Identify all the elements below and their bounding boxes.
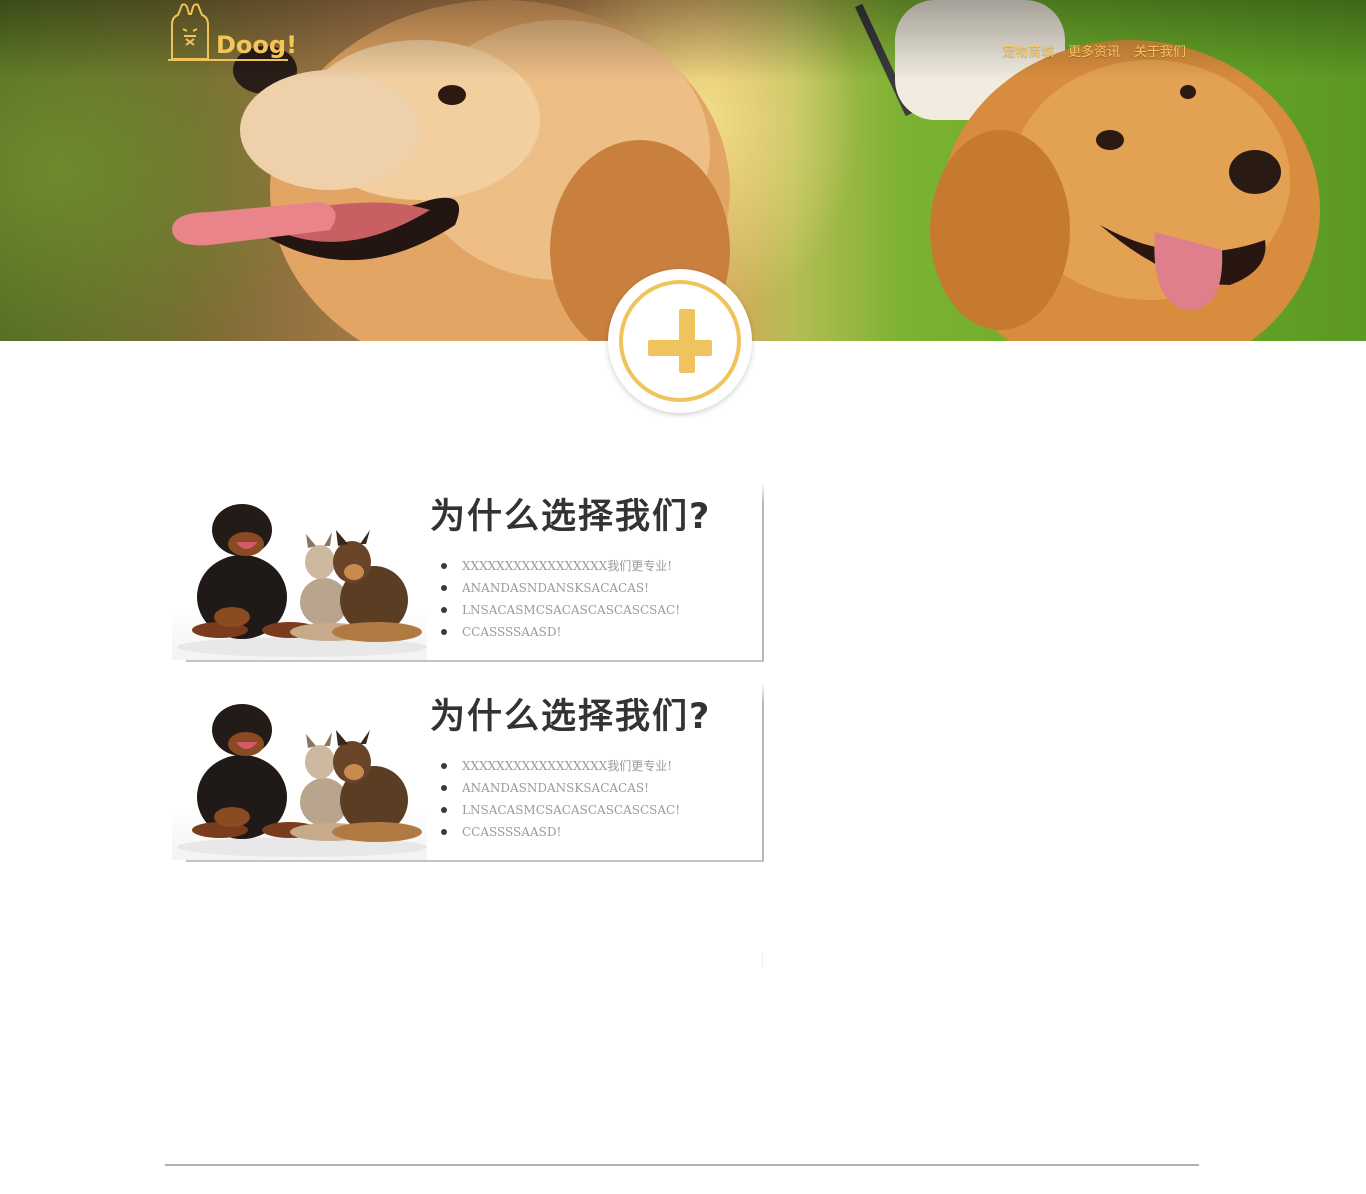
divider [762, 952, 763, 968]
list-item-text: CCASSSSAASD! [462, 825, 562, 839]
card-edge-right [762, 482, 764, 660]
feature-list: XXXXXXXXXXXXXXXXX我们更专业! ANANDASNDANSKSAC… [441, 755, 681, 843]
nav-item-about-us[interactable]: 关于我们 [1134, 41, 1186, 60]
logo[interactable]: Doog! [168, 3, 297, 65]
list-item: LNSACASMCSACASCASCASCSAC! [441, 599, 681, 621]
bullet-icon [441, 763, 447, 769]
add-button[interactable] [608, 269, 752, 413]
bullet-icon [441, 629, 447, 635]
bullet-icon [441, 807, 447, 813]
card-edge-right [762, 682, 764, 860]
list-item-text: LNSACASMCSACASCASCASCSAC! [462, 803, 681, 817]
bullet-icon [441, 829, 447, 835]
list-item-text: ANANDASNDANSKSACACAS! [462, 581, 649, 595]
list-item-text: XXXXXXXXXXXXXXXXX我们更专业! [462, 559, 673, 573]
bullet-icon [441, 607, 447, 613]
list-item: CCASSSSAASD! [441, 621, 680, 643]
logo-underline [168, 59, 288, 61]
list-item: ANANDASNDANSKSACACAS! [441, 577, 680, 599]
list-item-text: XXXXXXXXXXXXXXXXX我们更专业! [462, 759, 673, 773]
why-us-card: 为什么选择我们? XXXXXXXXXXXXXXXXX我们更专业! ANANDAS… [172, 482, 764, 662]
three-dogs-photo [172, 482, 427, 660]
top-nav: 宠物商城 更多资讯 关于我们 [1002, 41, 1186, 60]
three-dogs-photo [172, 682, 427, 860]
nav-item-pet-shop[interactable]: 宠物商城 [1002, 41, 1054, 60]
list-item: LNSACASMCSACASCASCASCSAC! [441, 799, 681, 821]
nav-item-more-news[interactable]: 更多资讯 [1068, 41, 1120, 60]
bunny-bag-logo-icon [171, 3, 209, 60]
bullet-icon [441, 785, 447, 791]
dogs-illustration [177, 504, 427, 657]
list-item: XXXXXXXXXXXXXXXXX我们更专业! [441, 755, 680, 777]
list-item-text: ANANDASNDANSKSACACAS! [462, 781, 649, 795]
card-edge-bottom [186, 660, 764, 662]
list-item-text: LNSACASMCSACASCASCASCSAC! [462, 603, 681, 617]
list-item-text: CCASSSSAASD! [462, 625, 562, 639]
list-item: XXXXXXXXXXXXXXXXX我们更专业! [441, 555, 680, 577]
why-us-card: 为什么选择我们? XXXXXXXXXXXXXXXXX我们更专业! ANANDAS… [172, 682, 764, 862]
dogs-illustration [177, 704, 427, 857]
plus-ring [619, 280, 741, 402]
bullet-icon [441, 563, 447, 569]
card-title: 为什么选择我们? [430, 497, 712, 537]
bullet-icon [441, 585, 447, 591]
plus-icon-bar [648, 340, 712, 356]
footer-divider [165, 1164, 1199, 1166]
list-item: ANANDASNDANSKSACACAS! [441, 777, 680, 799]
list-item: CCASSSSAASD! [441, 821, 680, 843]
logo-text: Doog! [216, 31, 298, 59]
feature-list: XXXXXXXXXXXXXXXXX我们更专业! ANANDASNDANSKSAC… [441, 555, 681, 643]
card-title: 为什么选择我们? [430, 697, 712, 737]
card-edge-bottom [186, 860, 764, 862]
